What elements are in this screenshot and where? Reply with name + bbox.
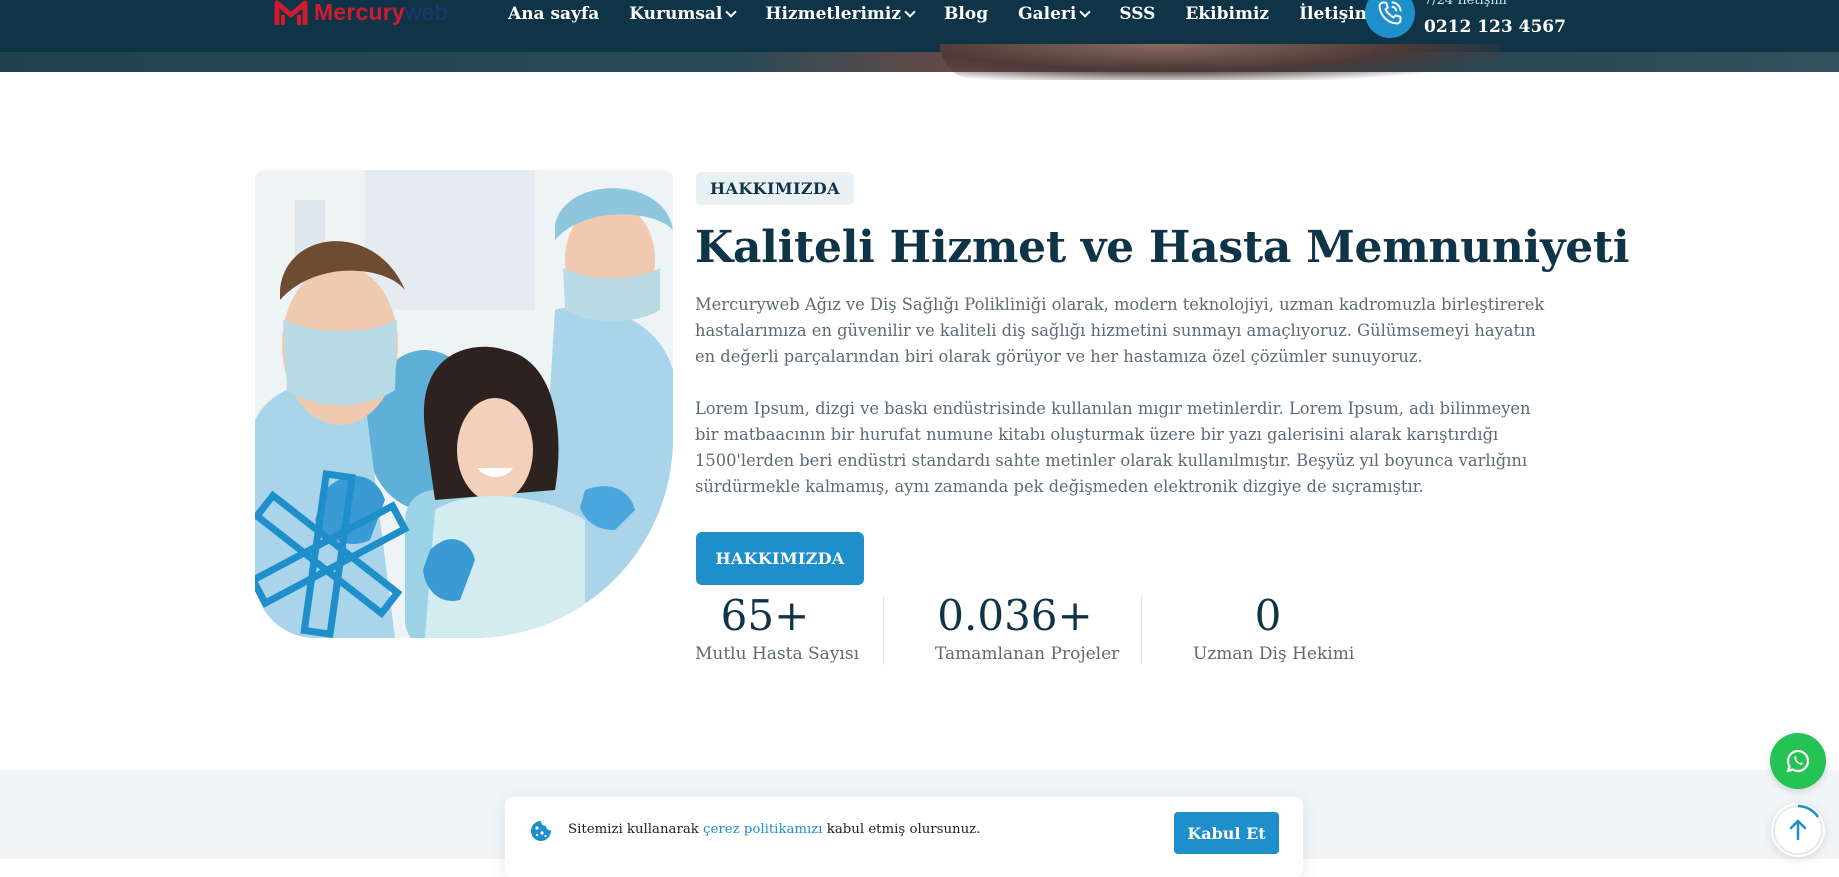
chevron-down-icon: [904, 6, 916, 18]
logo-suffix: web: [404, 0, 448, 25]
cookie-banner: Sitemizi kullanarak çerez politikamızı k…: [505, 797, 1303, 877]
cookie-text: Sitemizi kullanarak çerez politikamızı k…: [568, 822, 980, 837]
logo-brand: Mercury: [314, 0, 405, 25]
nav-kurumsal[interactable]: Kurumsal: [629, 4, 738, 24]
scroll-to-top-button[interactable]: [1771, 803, 1825, 857]
chevron-down-icon: [725, 6, 738, 18]
hero-image-strip: [0, 44, 1839, 80]
cookie-text-before: Sitemizi kullanarak: [568, 822, 704, 837]
cookie-policy-link[interactable]: çerez politikamızı: [703, 822, 823, 837]
nav-label: İletişim: [1299, 4, 1373, 24]
stat-divider: [1141, 597, 1142, 665]
nav-label: Galeri: [1018, 4, 1077, 24]
about-button[interactable]: HAKKIMIZDA: [696, 532, 864, 585]
stat-label: Uzman Diş Hekimi: [1193, 644, 1355, 664]
stat-value: 0.036+: [937, 591, 1093, 640]
nav-label: Hizmetlerimiz: [765, 4, 902, 24]
cookie-text-after: kabul etmiş olursunuz.: [822, 822, 981, 837]
nav-label: Ana sayfa: [508, 4, 600, 24]
stat-label: Mutlu Hasta Sayısı: [695, 644, 860, 664]
arrow-up-icon: [1773, 804, 1823, 855]
cookie-icon: [529, 819, 553, 843]
main-nav: Ana sayfa Kurumsal Hizmetlerimiz Blog Ga…: [508, 4, 1403, 24]
logo-text: Mercuryweb: [314, 0, 448, 26]
nav-label: Ekibimiz: [1185, 4, 1270, 24]
contact-phone[interactable]: 0212 123 4567: [1424, 17, 1566, 37]
section-tag: HAKKIMIZDA: [696, 172, 854, 205]
accept-cookies-button[interactable]: Kabul Et: [1174, 812, 1279, 854]
chevron-down-icon: [1079, 6, 1091, 18]
nav-label: Kurumsal: [629, 4, 723, 24]
decorative-shape-icon: [248, 470, 415, 640]
stat-divider: [883, 597, 884, 665]
nav-iletisim[interactable]: İletişim: [1299, 4, 1373, 24]
stat-value: 0: [1254, 591, 1282, 640]
stat-happy-patients: 65+ Mutlu Hasta Sayısı: [695, 591, 860, 665]
whatsapp-icon[interactable]: [1770, 733, 1826, 789]
stat-label: Tamamlanan Projeler: [935, 644, 1120, 664]
section-title: Kaliteli Hizmet ve Hasta Memnuniyeti: [695, 222, 1630, 273]
stat-value: 65+: [720, 591, 810, 640]
stat-projects: 0.036+ Tamamlanan Projeler: [935, 591, 1120, 665]
nav-blog[interactable]: Blog: [944, 4, 988, 24]
contact-label: 7/24 İletişim: [1424, 0, 1507, 8]
phone-icon[interactable]: [1365, 0, 1415, 38]
stat-dentists: 0 Uzman Diş Hekimi: [1193, 591, 1355, 665]
nav-ana-sayfa[interactable]: Ana sayfa: [508, 4, 599, 24]
site-logo[interactable]: Mercuryweb: [274, 0, 448, 30]
site-header: Mercuryweb Ana sayfa Kurumsal Hizmetleri…: [0, 0, 1839, 52]
nav-label: SSS: [1119, 4, 1156, 24]
nav-sss[interactable]: SSS: [1119, 4, 1155, 24]
nav-label: Blog: [944, 4, 989, 24]
nav-hizmetlerimiz[interactable]: Hizmetlerimiz: [765, 4, 916, 24]
logo-mark-icon: [274, 0, 308, 29]
nav-ekibimiz[interactable]: Ekibimiz: [1185, 4, 1269, 24]
about-paragraph-2: Lorem Ipsum, dizgi ve baskı endüstrisind…: [695, 399, 1531, 496]
nav-galeri[interactable]: Galeri: [1018, 4, 1091, 24]
about-paragraph-1: Mercuryweb Ağız ve Diş Sağlığı Poliklini…: [695, 295, 1545, 366]
